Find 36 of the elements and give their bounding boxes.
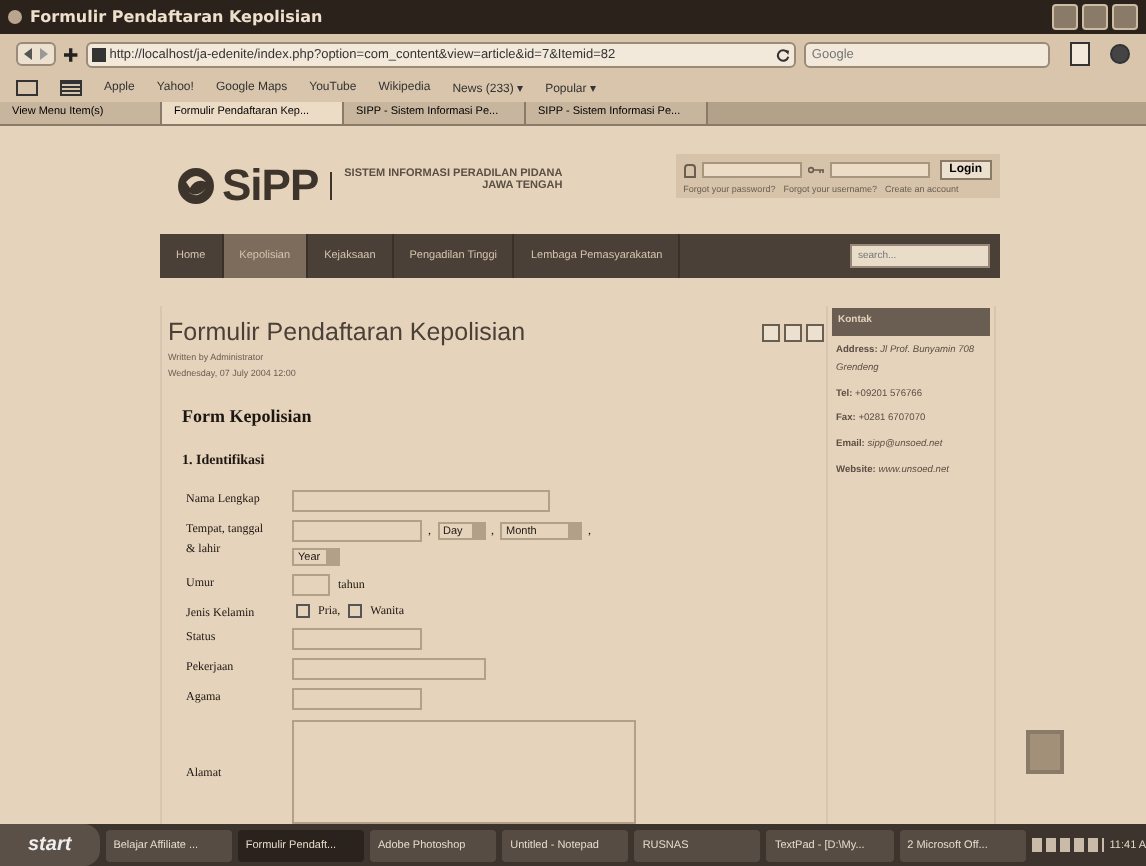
page-icon[interactable] — [1069, 42, 1091, 66]
form-title: Form Kepolisian — [182, 406, 312, 426]
site-logo[interactable]: SiPP — [222, 160, 319, 212]
back-button[interactable] — [24, 48, 32, 60]
plus-icon[interactable] — [64, 47, 78, 61]
key-icon — [807, 166, 824, 174]
close-button[interactable] — [1112, 4, 1138, 30]
scroll-down-icon[interactable] — [1026, 730, 1064, 774]
password-field[interactable] — [829, 162, 930, 178]
input-field[interactable] — [292, 658, 486, 680]
article-title: Formulir Pendaftaran Kepolisian — [168, 318, 526, 346]
email-icon[interactable] — [806, 323, 824, 341]
checkbox[interactable] — [296, 604, 310, 618]
username-field[interactable] — [701, 162, 802, 178]
browser-icon — [8, 10, 22, 24]
window-title: Formulir Pendaftaran Kepolisian — [30, 8, 325, 26]
logo-icon — [176, 166, 216, 206]
input-field[interactable] — [292, 574, 330, 596]
grid-icon[interactable] — [60, 80, 82, 96]
input-field[interactable] — [292, 490, 550, 512]
minimize-button[interactable] — [1052, 4, 1078, 30]
checkbox[interactable] — [348, 604, 363, 618]
user-icon — [683, 163, 696, 177]
tray-icons[interactable] — [1031, 838, 1104, 852]
start-button[interactable]: start — [0, 824, 100, 866]
input-field[interactable] — [292, 628, 422, 650]
reload-icon[interactable] — [775, 47, 790, 61]
forward-button[interactable] — [40, 48, 48, 60]
site-icon — [91, 47, 106, 61]
input-field[interactable] — [292, 688, 422, 710]
book-icon[interactable] — [16, 80, 38, 96]
maximize-button[interactable] — [1082, 4, 1108, 30]
input-field[interactable] — [292, 520, 422, 542]
pdf-icon[interactable] — [762, 323, 780, 341]
text-area[interactable] — [292, 720, 636, 824]
print-icon[interactable] — [784, 323, 802, 341]
